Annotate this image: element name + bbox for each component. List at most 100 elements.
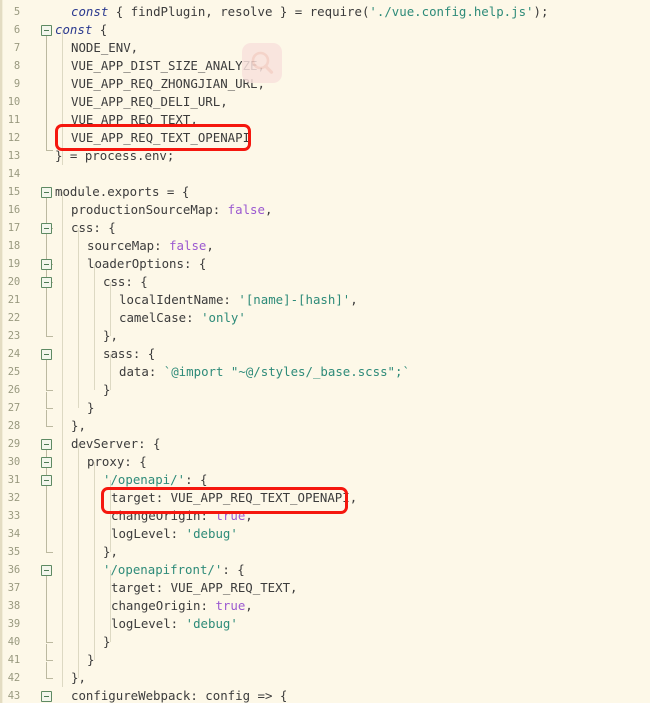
code-token-str: `@import "~@/styles/_base.scss";` <box>163 364 410 379</box>
line-number: 38 <box>7 600 20 612</box>
code-line[interactable]: changeOrigin: true, <box>111 507 253 525</box>
fold-toggle-icon[interactable] <box>41 439 52 450</box>
line-number: 26 <box>7 384 20 396</box>
fold-toggle-icon[interactable] <box>41 223 52 234</box>
fold-toggle-icon[interactable] <box>41 259 52 270</box>
code-token-lit: false <box>169 238 207 253</box>
line-number: 9 <box>13 78 20 90</box>
code-token-str: '[name]-[hash]' <box>238 292 351 307</box>
code-token-str: '/openapifront/' <box>103 562 223 577</box>
line-number: 16 <box>7 204 20 216</box>
fold-guide-end <box>46 390 53 391</box>
indent-guide <box>62 30 63 165</box>
fold-guide-line <box>46 32 47 150</box>
code-line[interactable]: target: VUE_APP_REQ_TEXT, <box>111 579 298 597</box>
code-line[interactable]: VUE_APP_REQ_TEXT_OPENAPI <box>71 129 250 147</box>
line-number: 12 <box>7 132 20 144</box>
line-number: 17 <box>7 222 20 234</box>
code-line[interactable]: VUE_APP_REQ_DELI_URL, <box>71 93 228 111</box>
code-token-punct: { <box>92 22 108 37</box>
code-token-punct: }, <box>103 328 118 343</box>
code-token-str: 'debug' <box>185 526 238 541</box>
line-number: 5 <box>13 6 20 18</box>
fold-toggle-icon[interactable] <box>41 277 52 288</box>
code-token-punct: , <box>245 598 253 613</box>
code-line[interactable]: target: VUE_APP_REQ_TEXT_OPENAPI, <box>111 489 357 507</box>
code-editor[interactable]: 5 6 7 8 9 10 11 12 13 14 15 16 17 18 19 20 21 22 23 24 25 26 2… <box>0 0 650 703</box>
code-token-id: changeOrigin: <box>111 508 216 523</box>
code-line[interactable]: changeOrigin: true, <box>111 597 253 615</box>
code-token-punct: }, <box>71 670 86 685</box>
code-line[interactable]: localIdentName: '[name]-[hash]', <box>119 291 358 309</box>
code-line[interactable]: } = process.env; <box>55 147 174 165</box>
indent-guide <box>78 444 79 678</box>
code-line[interactable]: }, <box>71 417 86 435</box>
fold-toggle-icon[interactable] <box>41 457 52 468</box>
code-token-str: './vue.config.help.js' <box>369 4 534 19</box>
code-line[interactable]: devServer: { <box>71 435 161 453</box>
line-number: 39 <box>7 618 20 630</box>
code-line[interactable]: const { <box>55 21 107 39</box>
code-token-lit: true <box>215 508 246 523</box>
code-line[interactable]: sass: { <box>103 345 155 363</box>
code-token-punct: } <box>103 634 111 649</box>
code-line[interactable]: logLevel: 'debug' <box>111 525 238 543</box>
fold-toggle-icon[interactable] <box>41 691 52 702</box>
code-line[interactable]: VUE_APP_REQ_ZHONGJIAN_URL, <box>71 75 265 93</box>
code-line[interactable]: data: `@import "~@/styles/_base.scss";` <box>119 363 410 381</box>
code-line[interactable]: camelCase: 'only' <box>119 309 246 327</box>
line-number: 18 <box>7 240 20 252</box>
code-token-punct: module.exports = { <box>55 184 190 199</box>
code-token-punct: , <box>350 292 358 307</box>
line-number: 34 <box>7 528 20 540</box>
code-line[interactable]: }, <box>71 669 86 687</box>
fold-guide-end <box>46 660 53 661</box>
editor-gutter[interactable]: 5 6 7 8 9 10 11 12 13 14 15 16 17 18 19 20 21 22 23 24 25 26 2… <box>3 0 55 703</box>
fold-toggle-icon[interactable] <box>41 187 52 198</box>
fold-toggle-icon[interactable] <box>41 25 52 36</box>
code-line[interactable]: configureWebpack: config => { <box>71 687 287 703</box>
fold-toggle-icon[interactable] <box>41 475 52 486</box>
fold-toggle-icon[interactable] <box>41 349 52 360</box>
indent-guide <box>62 192 63 687</box>
code-line[interactable]: } <box>103 633 110 651</box>
code-line[interactable]: '/openapi/': { <box>103 471 207 489</box>
line-number: 6 <box>13 24 20 36</box>
line-number: 19 <box>7 258 20 270</box>
fold-guide-end <box>46 426 53 427</box>
code-line[interactable]: proxy: { <box>87 453 147 471</box>
editor-code-area[interactable]: const { findPlugin, resolve } = require(… <box>55 0 650 703</box>
code-line[interactable]: }, <box>103 543 118 561</box>
code-token-id: sass: { <box>103 346 156 361</box>
code-line[interactable]: } <box>87 651 94 669</box>
code-line[interactable]: loaderOptions: { <box>87 255 206 273</box>
fold-guide-line <box>46 482 47 552</box>
code-token-id: configureWebpack: config => { <box>71 688 288 703</box>
code-line[interactable]: VUE_APP_REQ_TEXT, <box>71 111 198 129</box>
code-token-punct: , <box>206 238 214 253</box>
code-token-id: productionSourceMap: <box>71 202 228 217</box>
code-token-punct: : { <box>222 562 245 577</box>
code-line[interactable]: css: { <box>103 273 148 291</box>
code-line[interactable]: module.exports = { <box>55 183 189 201</box>
code-line[interactable]: } <box>87 399 94 417</box>
line-number: 7 <box>13 42 20 54</box>
code-token-id: sourceMap: <box>87 238 170 253</box>
code-line[interactable]: '/openapifront/': { <box>103 561 245 579</box>
code-line[interactable]: sourceMap: false, <box>87 237 214 255</box>
code-line[interactable]: VUE_APP_DIST_SIZE_ANALYZE, <box>71 57 265 75</box>
fold-toggle-icon[interactable] <box>41 565 52 576</box>
code-line[interactable]: NODE_ENV, <box>71 39 138 57</box>
code-line[interactable]: css: { <box>71 219 116 237</box>
code-line[interactable]: logLevel: 'debug' <box>111 615 238 633</box>
code-token-id: VUE_APP_REQ_ZHONGJIAN_URL, <box>71 76 265 91</box>
code-line[interactable]: productionSourceMap: false, <box>71 201 272 219</box>
indent-guide <box>78 228 79 408</box>
line-number: 27 <box>7 402 20 414</box>
code-line[interactable]: } <box>103 381 110 399</box>
code-line[interactable]: }, <box>103 327 118 345</box>
fold-guide-line <box>46 356 47 390</box>
line-number: 31 <box>7 474 20 486</box>
code-line[interactable]: const { findPlugin, resolve } = require(… <box>71 3 548 21</box>
line-number: 20 <box>7 276 20 288</box>
